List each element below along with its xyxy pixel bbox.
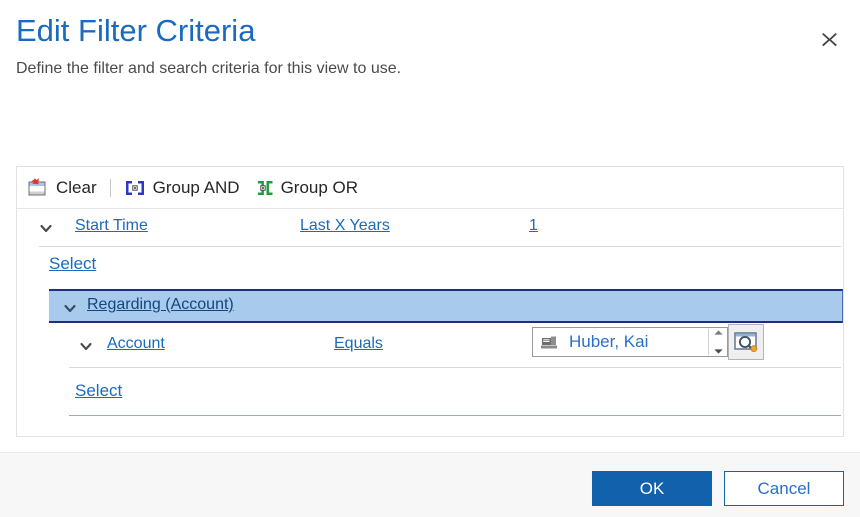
close-icon bbox=[821, 31, 838, 48]
criteria-panel: Clear Group AND Group OR Start Time Last… bbox=[16, 166, 844, 437]
clear-button-label: Clear bbox=[56, 177, 97, 197]
clear-filter-icon bbox=[27, 177, 49, 198]
group-criteria-operator-link[interactable]: Equals bbox=[334, 335, 383, 353]
dialog-subtitle: Define the filter and search criteria fo… bbox=[16, 60, 402, 77]
group-or-icon bbox=[252, 178, 274, 198]
cancel-button[interactable]: Cancel bbox=[724, 471, 844, 506]
spinner-down-icon[interactable] bbox=[713, 348, 724, 355]
chevron-down-icon[interactable] bbox=[79, 340, 93, 352]
account-record-icon bbox=[539, 332, 561, 352]
lookup-search-icon bbox=[733, 330, 759, 354]
page-title: Edit Filter Criteria bbox=[16, 13, 256, 48]
lookup-spinner[interactable] bbox=[708, 329, 727, 355]
criteria-value-link[interactable]: 1 bbox=[529, 217, 538, 235]
dialog-header: Edit Filter Criteria Define the filter a… bbox=[0, 0, 860, 100]
chevron-down-icon[interactable] bbox=[39, 222, 53, 234]
lookup-value-text: Huber, Kai bbox=[569, 332, 649, 351]
group-or-label: Group OR bbox=[280, 177, 359, 197]
toolbar-divider bbox=[109, 178, 111, 197]
select-link-top[interactable]: Select bbox=[49, 254, 96, 274]
clear-button[interactable]: Clear bbox=[23, 176, 105, 200]
group-and-button[interactable]: Group AND bbox=[120, 176, 248, 200]
lookup-input[interactable]: Huber, Kai bbox=[532, 327, 728, 357]
criteria-toolbar: Clear Group AND Group OR bbox=[17, 167, 843, 209]
group-entity-link[interactable]: Regarding (Account) bbox=[87, 296, 234, 314]
chevron-down-icon[interactable] bbox=[63, 302, 77, 314]
lookup-search-button[interactable] bbox=[728, 324, 764, 360]
row-divider bbox=[69, 415, 841, 416]
group-and-label: Group AND bbox=[152, 177, 240, 197]
row-divider bbox=[69, 367, 841, 368]
lookup-control: Huber, Kai bbox=[532, 324, 764, 360]
table-row: Start Time Last X Years 1 bbox=[17, 209, 843, 247]
spinner-up-icon[interactable] bbox=[713, 329, 724, 336]
selected-group-row[interactable]: Regarding (Account) bbox=[49, 289, 843, 323]
select-row-bottom: Select bbox=[17, 374, 843, 416]
criteria-field-link[interactable]: Start Time bbox=[75, 217, 148, 235]
dialog-footer: OK Cancel bbox=[0, 452, 860, 517]
select-link-bottom[interactable]: Select bbox=[75, 381, 122, 401]
select-row-top: Select bbox=[17, 247, 843, 285]
group-and-icon bbox=[124, 178, 146, 198]
group-or-button[interactable]: Group OR bbox=[248, 176, 366, 200]
group-criteria-field-link[interactable]: Account bbox=[107, 335, 165, 353]
criteria-operator-link[interactable]: Last X Years bbox=[300, 217, 390, 235]
ok-button[interactable]: OK bbox=[592, 471, 712, 506]
close-button[interactable] bbox=[812, 22, 846, 56]
